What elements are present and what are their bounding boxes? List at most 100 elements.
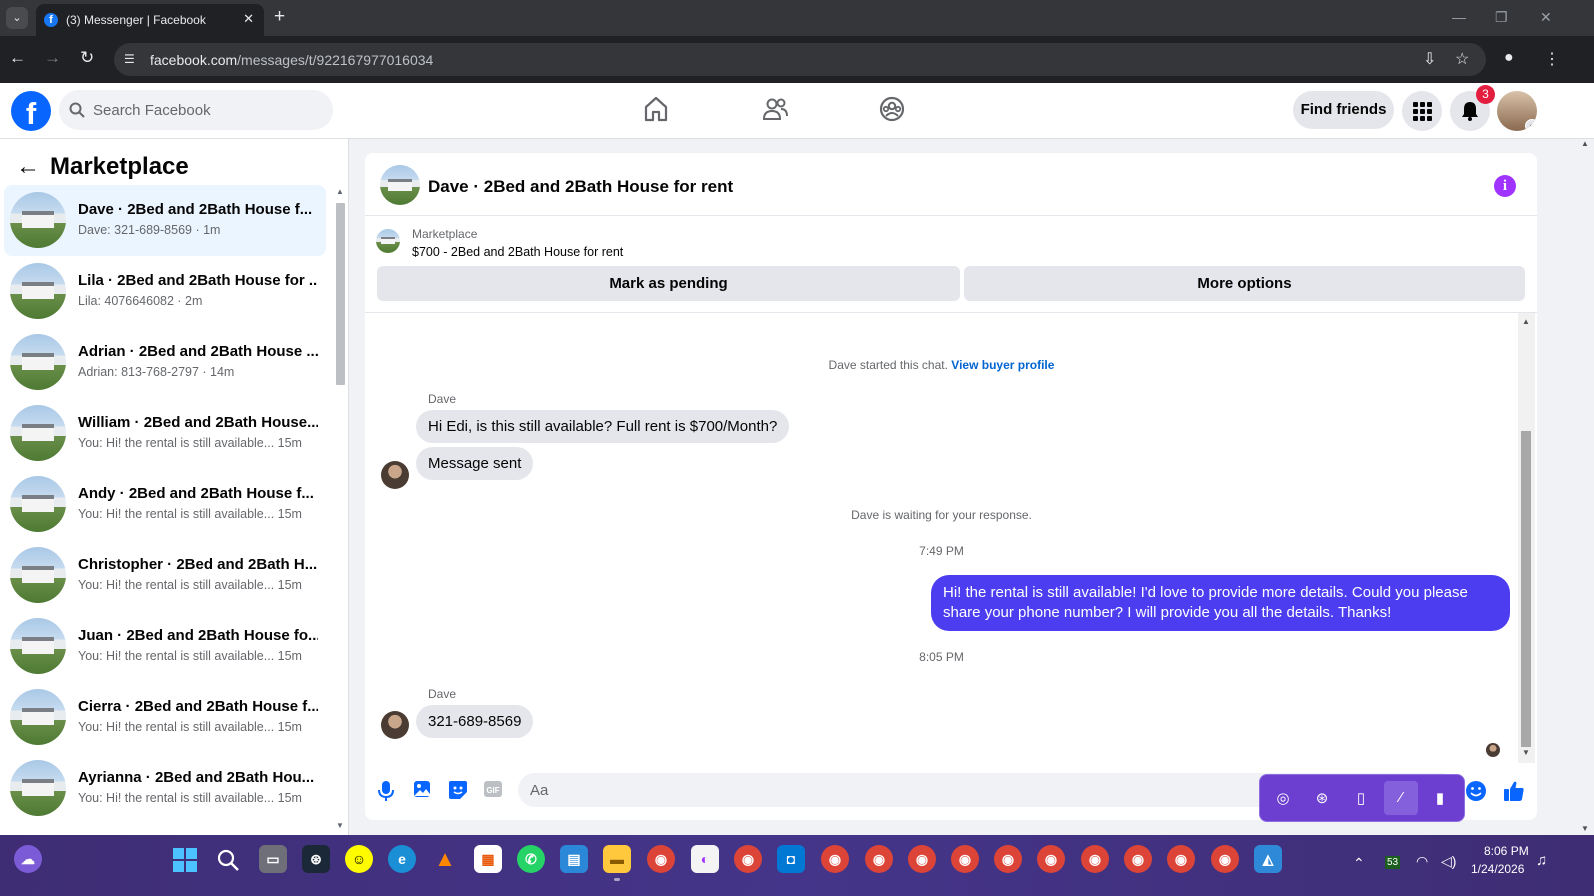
thumbs-up-icon[interactable] xyxy=(1503,780,1525,802)
chrome-icon[interactable]: ◉ xyxy=(908,845,936,873)
app-icon[interactable]: ◐ xyxy=(691,845,719,873)
search-icon[interactable] xyxy=(216,848,240,872)
start-windows-icon[interactable] xyxy=(173,848,197,872)
menu-button[interactable] xyxy=(1402,91,1442,131)
sidebar-scrollbar[interactable]: ▲ ▼ xyxy=(333,187,347,831)
conversation-item[interactable]: Ayrianna · 2Bed and 2Bath Hou... You: Hi!… xyxy=(4,753,326,824)
chrome-icon[interactable]: ◉ xyxy=(1167,845,1195,873)
snapchat-icon[interactable]: ☺ xyxy=(345,845,373,873)
friends-icon[interactable] xyxy=(761,95,789,123)
conversation-item[interactable]: Lila · 2Bed and 2Bath House for ... Lila:… xyxy=(4,256,326,327)
photo-icon[interactable] xyxy=(413,780,431,798)
scrollbar-thumb[interactable] xyxy=(1521,431,1531,747)
chrome-icon[interactable]: ◉ xyxy=(821,845,849,873)
remote-desktop-icon[interactable]: ▤ xyxy=(560,845,588,873)
new-tab-button[interactable]: + xyxy=(274,6,285,28)
back-arrow-icon[interactable]: ← xyxy=(16,153,40,181)
chrome-icon[interactable]: ◉ xyxy=(951,845,979,873)
task-view-icon[interactable]: ▭ xyxy=(259,845,287,873)
close-tab-icon[interactable]: ✕ xyxy=(243,11,254,27)
incoming-message[interactable]: Message sent xyxy=(416,447,534,480)
usb-drive-icon[interactable]: ▯ xyxy=(1350,788,1372,810)
notification-bell-icon[interactable]: ♫ xyxy=(1536,852,1547,869)
conversation-item[interactable]: Dave · 2Bed and 2Bath House f... Dave: 32… xyxy=(4,185,326,256)
scroll-up-icon[interactable]: ▲ xyxy=(1522,317,1530,326)
vlc-icon[interactable]: ▲ xyxy=(431,845,459,873)
microsoft-store-icon[interactable]: ▦ xyxy=(474,845,502,873)
listing-thumbnail[interactable] xyxy=(380,165,420,205)
screen-capture-icon[interactable]: ◎ xyxy=(1272,788,1294,810)
scroll-up-icon[interactable]: ▲ xyxy=(336,187,344,196)
mark-as-pending-button[interactable]: Mark as pending xyxy=(377,266,960,301)
install-app-icon[interactable]: ⇩ xyxy=(1423,49,1436,69)
bookmark-star-icon[interactable]: ☆ xyxy=(1455,49,1469,69)
find-friends-button[interactable]: Find friends xyxy=(1293,91,1394,129)
url-text[interactable]: facebook.com/messages/t/922167977016034 xyxy=(150,52,433,68)
tray-app-badge[interactable]: 53 xyxy=(1385,856,1401,869)
clock-time[interactable]: 8:06 PM xyxy=(1484,844,1529,858)
scrollbar-thumb[interactable] xyxy=(336,203,345,385)
scroll-down-icon[interactable]: ▼ xyxy=(336,821,344,830)
back-icon[interactable]: ← xyxy=(9,48,26,68)
gif-icon[interactable]: GIF xyxy=(483,780,503,798)
sender-avatar[interactable] xyxy=(381,461,409,489)
conversation-item[interactable]: Adrian · 2Bed and 2Bath House ... Adrian:… xyxy=(4,327,326,398)
pen-icon[interactable]: ⁄ xyxy=(1384,781,1418,815)
search-box[interactable] xyxy=(59,90,333,130)
chrome-icon[interactable]: ◉ xyxy=(994,845,1022,873)
scroll-up-icon[interactable]: ▲ xyxy=(1581,139,1589,148)
chrome-icon[interactable]: ◉ xyxy=(647,845,675,873)
conversation-item[interactable]: Andy · 2Bed and 2Bath House f... You: Hi!… xyxy=(4,469,326,540)
minimize-icon[interactable]: — xyxy=(1452,9,1466,25)
more-options-button[interactable]: More options xyxy=(964,266,1525,301)
profile-icon[interactable]: ● xyxy=(1504,49,1514,67)
outgoing-message[interactable]: Hi! the rental is still available! I'd l… xyxy=(931,575,1510,631)
account-avatar[interactable]: ▾ xyxy=(1497,91,1537,131)
tab-search-button[interactable]: ⌄ xyxy=(6,7,28,29)
edge-icon[interactable]: e xyxy=(388,845,416,873)
incoming-message[interactable]: Hi Edi, is this still available? Full re… xyxy=(416,410,790,443)
scroll-down-icon[interactable]: ▼ xyxy=(1581,824,1589,833)
conversation-item[interactable]: Cierra · 2Bed and 2Bath House f... You: H… xyxy=(4,682,326,753)
home-icon[interactable] xyxy=(643,95,669,123)
chrome-icon[interactable]: ◉ xyxy=(1211,845,1239,873)
volume-icon[interactable]: ◁) xyxy=(1441,853,1456,870)
view-buyer-profile-link[interactable]: View buyer profile xyxy=(951,358,1054,372)
search-input[interactable] xyxy=(93,90,323,130)
incoming-message[interactable]: 321-689-8569 xyxy=(416,705,534,738)
chrome-icon[interactable]: ◉ xyxy=(1124,845,1152,873)
chrome-icon[interactable]: ◉ xyxy=(865,845,893,873)
file-explorer-icon[interactable]: ▬ xyxy=(603,845,631,873)
audio-meter-icon[interactable]: ▮ xyxy=(1429,788,1451,810)
photos-icon[interactable]: ◭ xyxy=(1254,845,1282,873)
chat-scrollbar[interactable]: ▲ ▼ xyxy=(1518,313,1535,763)
clock-date[interactable]: 1/24/2026 xyxy=(1471,862,1524,876)
outlook-icon[interactable]: ◘ xyxy=(777,845,805,873)
page-scrollbar[interactable]: ▲ ▼ xyxy=(1577,139,1594,835)
sticker-icon[interactable] xyxy=(448,780,468,800)
scroll-down-icon[interactable]: ▼ xyxy=(1522,748,1530,757)
groups-icon[interactable] xyxy=(878,95,906,123)
whatsapp-icon[interactable]: ✆ xyxy=(517,845,545,873)
menu-icon[interactable]: ⋮ xyxy=(1544,49,1560,69)
conversation-item[interactable]: Juan · 2Bed and 2Bath House fo... You: Hi… xyxy=(4,611,326,682)
address-bar[interactable]: ☰ facebook.com/messages/t/92216797701603… xyxy=(114,43,1486,76)
microphone-icon[interactable] xyxy=(378,780,394,802)
browser-tab[interactable]: f (3) Messenger | Facebook ✕ xyxy=(36,4,264,36)
conversation-item[interactable]: Christopher · 2Bed and 2Bath H... You: Hi… xyxy=(4,540,326,611)
facebook-logo-icon[interactable]: f xyxy=(11,91,51,131)
chrome-icon[interactable]: ◉ xyxy=(1081,845,1109,873)
chrome-icon[interactable]: ◉ xyxy=(734,845,762,873)
wifi-icon[interactable]: ◠ xyxy=(1416,853,1428,870)
site-info-icon[interactable]: ☰ xyxy=(124,52,135,66)
close-window-icon[interactable]: ✕ xyxy=(1540,9,1552,26)
forward-icon[interactable]: → xyxy=(44,48,61,68)
chat-title[interactable]: Dave · 2Bed and 2Bath House for rent xyxy=(428,177,733,197)
tray-chevron-icon[interactable]: ⌃ xyxy=(1353,855,1365,872)
widgets-icon[interactable]: ☁ xyxy=(14,845,42,873)
steam-icon[interactable]: ⊛ xyxy=(302,845,330,873)
listing-title[interactable]: $700 - 2Bed and 2Bath House for rent xyxy=(412,245,623,259)
reload-icon[interactable]: ↻ xyxy=(80,48,94,68)
sender-avatar[interactable] xyxy=(381,711,409,739)
steam-tray-icon[interactable]: ⊛ xyxy=(1311,788,1333,810)
